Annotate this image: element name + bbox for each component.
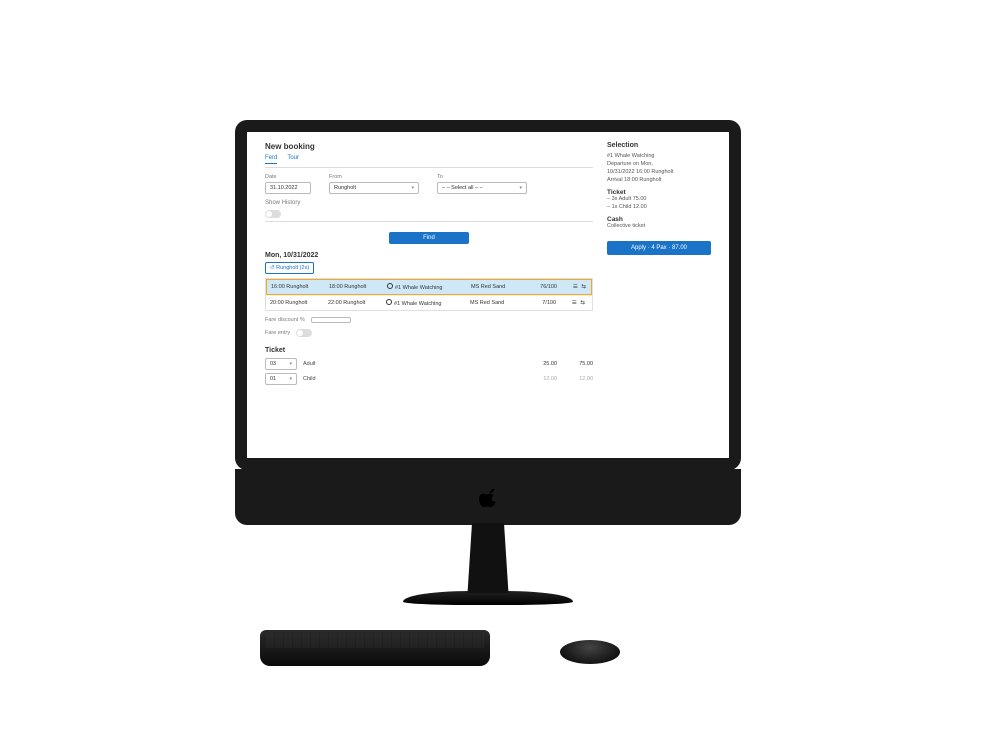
ticket-name: Child	[303, 376, 521, 382]
cell-tour: #1 Whale Watching	[387, 283, 465, 291]
results-date-heading: Mon, 10/31/2022	[265, 252, 593, 259]
date-label: Date	[265, 174, 311, 180]
selection-arrival-value: Arrival 18:00 Rungholt	[607, 177, 711, 183]
main-column: New booking Ferd Tour Date 31.10.2022 Fr…	[265, 142, 593, 448]
ticket-name: Adult	[303, 361, 521, 367]
apply-button[interactable]: Apply · 4 Pax · 87.00	[607, 241, 711, 255]
filter-from: From Rungholt ▾	[329, 174, 419, 194]
find-button[interactable]: Find	[389, 232, 469, 244]
globe-icon	[387, 283, 393, 289]
trip-table: 16:00 Rungholt 18:00 Rungholt #1 Whale W…	[265, 278, 593, 311]
fare-discount-input[interactable]	[311, 317, 351, 323]
to-select[interactable]: – – Select all – – ▾	[437, 182, 527, 194]
selection-ticket-type: Collective ticket	[607, 223, 711, 229]
tab-tour[interactable]: Tour	[287, 155, 299, 164]
cell-ship: MS Red Sand	[471, 284, 521, 290]
fare-discount-row: Fare discount %	[265, 317, 593, 323]
trip-row[interactable]: 20:00 Rungholt 22:00 Rungholt #1 Whale W…	[266, 295, 592, 310]
cell-arrival: 18:00 Rungholt	[329, 284, 381, 290]
ticket-heading: Ticket	[265, 347, 593, 354]
from-value: Rungholt	[334, 185, 356, 191]
ticket-qty-select[interactable]: 03▾	[265, 358, 297, 370]
divider	[265, 221, 593, 222]
ticket-line: 03▾ Adult 25.00 75.00	[265, 358, 593, 370]
ticket-unit-price: 25.00	[527, 361, 557, 367]
row-action-icons[interactable]: ☰ ⇆	[563, 284, 587, 290]
cell-capacity: 7/100	[526, 300, 556, 306]
divider	[265, 167, 593, 168]
to-value: – – Select all – –	[442, 185, 483, 191]
cell-ship: MS Red Sand	[470, 300, 520, 306]
selection-tour: #1 Whale Watching	[607, 153, 711, 159]
search-filters: Date 31.10.2022 From Rungholt ▾ To	[265, 174, 593, 194]
filter-date: Date 31.10.2022	[265, 174, 311, 194]
cell-tour: #1 Whale Watching	[386, 299, 464, 307]
fare-entry-toggle[interactable]	[296, 329, 312, 337]
chevron-down-icon: ▾	[289, 361, 292, 367]
tab-ferd[interactable]: Ferd	[265, 155, 277, 164]
cell-arrival: 22:00 Rungholt	[328, 300, 380, 306]
trip-row[interactable]: 16:00 Rungholt 18:00 Rungholt #1 Whale W…	[266, 279, 592, 295]
chevron-down-icon: ▾	[411, 185, 414, 191]
fare-discount-label: Fare discount %	[265, 317, 305, 323]
globe-icon	[386, 299, 392, 305]
selection-panel: Selection #1 Whale Watching Departure on…	[607, 142, 711, 448]
keyboard	[260, 630, 490, 666]
route-pill[interactable]: ↺ Rungholt (2x)	[265, 262, 314, 274]
apple-logo-icon	[479, 487, 497, 507]
monitor-bezel: New booking Ferd Tour Date 31.10.2022 Fr…	[235, 120, 741, 470]
ticket-line-total: 12.00	[563, 376, 593, 382]
booking-tabs: Ferd Tour	[265, 155, 593, 164]
cell-departure: 20:00 Rungholt	[270, 300, 322, 306]
show-history-label: Show History	[265, 200, 300, 206]
selection-departure-value: 10/31/2022 16:00 Rungholt	[607, 169, 711, 175]
date-value: 31.10.2022	[270, 185, 298, 191]
ticket-qty-select[interactable]: 01▾	[265, 373, 297, 385]
ticket-line-total: 75.00	[563, 361, 593, 367]
row-action-icons[interactable]: ☰ ⇆	[562, 300, 586, 306]
monitor-stand-neck	[456, 523, 520, 593]
ticket-line: 01▾ Child 12.00 12.00	[265, 373, 593, 385]
cell-departure: 16:00 Rungholt	[271, 284, 323, 290]
mouse	[560, 640, 620, 664]
app-screen: New booking Ferd Tour Date 31.10.2022 Fr…	[247, 132, 729, 458]
fare-entry-row: Fare entry	[265, 329, 593, 337]
selection-heading: Selection	[607, 142, 711, 149]
selection-ticket-line: 1x Child 12.00	[607, 204, 711, 210]
imac-mockup: New booking Ferd Tour Date 31.10.2022 Fr…	[235, 120, 741, 605]
show-history-toggle-row	[265, 210, 593, 218]
show-history-row: Show History	[265, 200, 593, 206]
selection-departure-label: Departure on Mon,	[607, 161, 711, 167]
monitor-chin	[235, 469, 741, 525]
from-select[interactable]: Rungholt ▾	[329, 182, 419, 194]
show-history-toggle[interactable]	[265, 210, 281, 218]
cell-capacity: 76/100	[527, 284, 557, 290]
ticket-unit-price: 12.00	[527, 376, 557, 382]
selection-ticket-line: 3x Adult 75.00	[607, 196, 711, 202]
selection-ticket-heading: Ticket	[607, 189, 711, 196]
from-label: From	[329, 174, 419, 180]
chevron-down-icon: ▾	[289, 376, 292, 382]
filter-to: To – – Select all – – ▾	[437, 174, 527, 194]
monitor-stand-base	[403, 591, 573, 605]
page-title: New booking	[265, 142, 593, 151]
chevron-down-icon: ▾	[519, 185, 522, 191]
to-label: To	[437, 174, 527, 180]
fare-entry-label: Fare entry	[265, 330, 290, 336]
selection-payment: Cash	[607, 216, 711, 223]
date-input[interactable]: 31.10.2022	[265, 182, 311, 194]
